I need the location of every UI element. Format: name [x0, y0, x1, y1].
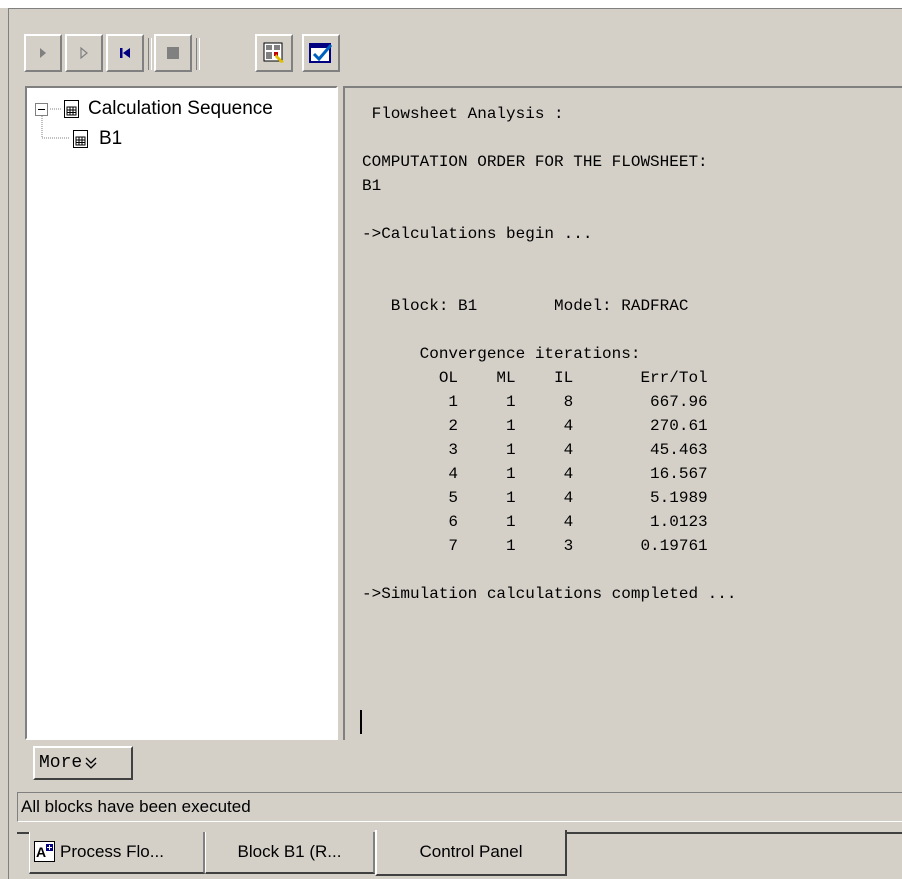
check-status-icon	[309, 43, 333, 63]
check-results-icon	[263, 42, 284, 63]
run-button[interactable]	[24, 34, 62, 72]
check-status-button[interactable]	[302, 34, 340, 72]
double-chevron-down-icon	[85, 757, 97, 769]
check-results-button[interactable]	[255, 34, 293, 72]
tab-label: Control Panel	[419, 842, 523, 861]
tab-control-panel[interactable]: Control Panel	[375, 830, 567, 876]
tab-process-flowsheet[interactable]: A Process Flo...	[29, 832, 205, 874]
svg-text:A: A	[36, 844, 46, 860]
run-icon	[40, 48, 46, 58]
calculation-sequence-tree: Calculation Sequence B1	[25, 86, 338, 740]
more-button[interactable]: More	[33, 746, 133, 780]
tree-connector	[41, 116, 69, 139]
tree-item-label: B1	[99, 128, 123, 149]
step-button[interactable]	[65, 34, 103, 72]
tab-block-b1[interactable]: Block B1 (R...	[205, 832, 375, 874]
stop-button[interactable]	[154, 34, 192, 72]
document-icon	[73, 129, 88, 148]
stop-icon	[167, 47, 179, 59]
reinitialize-button[interactable]	[106, 34, 144, 72]
process-flowsheet-icon: A	[34, 841, 55, 862]
text-cursor	[360, 710, 362, 734]
simulation-output-log[interactable]: Flowsheet Analysis : COMPUTATION ORDER F…	[343, 86, 902, 740]
tab-label: Process Flo...	[60, 842, 164, 861]
window-tabs: A Process Flo... Block B1 (R... Control …	[17, 830, 902, 878]
window-top-edge	[0, 0, 902, 8]
more-button-label: More	[39, 753, 83, 773]
step-icon	[80, 46, 88, 60]
toolbar-separator	[196, 38, 200, 70]
tree-item-b1[interactable]: B1	[73, 128, 122, 150]
collapse-icon[interactable]	[35, 102, 48, 116]
tree-item-label: Calculation Sequence	[88, 98, 273, 119]
status-bar: All blocks have been executed	[17, 792, 902, 822]
toolbar-separator	[148, 38, 152, 70]
tab-label: Block B1 (R...	[237, 842, 342, 861]
output-text: Flowsheet Analysis : COMPUTATION ORDER F…	[362, 105, 737, 603]
reinitialize-icon	[120, 48, 130, 58]
status-text: All blocks have been executed	[21, 797, 251, 816]
